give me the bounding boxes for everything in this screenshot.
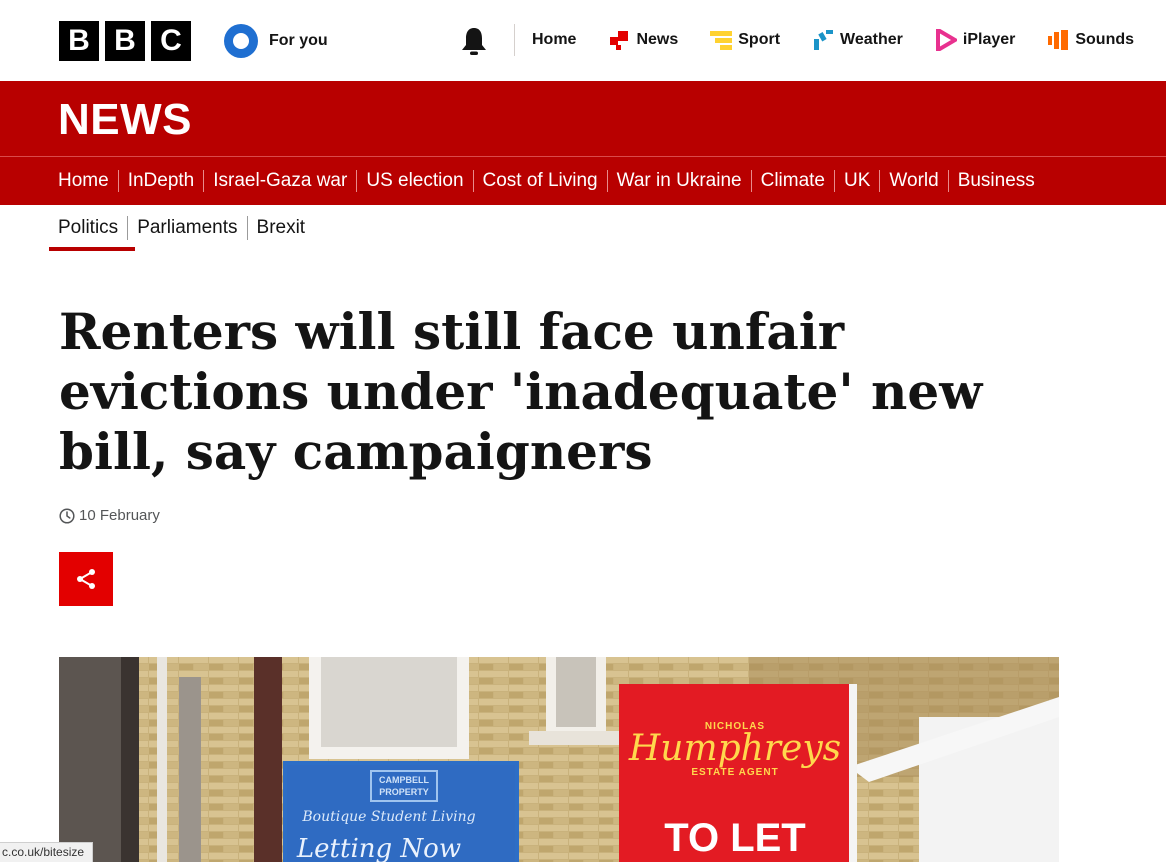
article-date-text: 10 February: [79, 507, 160, 524]
news-icon: [610, 31, 629, 50]
sport-icon: [710, 31, 733, 50]
sounds-icon: [1048, 30, 1069, 50]
subnav-item-indepth[interactable]: InDepth: [128, 170, 195, 192]
sign-blue-script: Letting Now: [296, 834, 461, 862]
article-date: 10 February: [59, 507, 160, 524]
article-headline: Renters will still face unfair evictions…: [59, 302, 983, 481]
sign-blue-brand-bottom: PROPERTY: [379, 787, 429, 797]
global-nav-label: iPlayer: [962, 31, 1016, 48]
bbc-logo[interactable]: B B C: [59, 21, 191, 61]
subnav-divider: [834, 170, 835, 192]
news-banner: NEWS: [0, 81, 1166, 157]
global-nav-label: Weather: [840, 31, 903, 48]
global-nav-label: Home: [532, 31, 577, 48]
to-let-signs-photo: CAMPBELL PROPERTY Boutique Student Livin…: [59, 657, 1059, 862]
news-title[interactable]: NEWS: [58, 95, 192, 145]
subnav-item-world[interactable]: World: [889, 170, 938, 192]
subnav-divider: [356, 170, 358, 192]
subnav-divider: [472, 170, 474, 192]
section-nav-politics[interactable]: Politics: [58, 217, 118, 239]
sign-red-brand: Humphreys: [628, 728, 841, 769]
weather-icon: [814, 30, 834, 50]
section-nav-brexit[interactable]: Brexit: [257, 217, 306, 239]
header-divider: [514, 24, 515, 56]
for-you-link[interactable]: For you: [224, 24, 328, 58]
global-nav-weather[interactable]: Weather: [812, 28, 903, 52]
share-icon: [77, 569, 95, 589]
global-nav-label: Sounds: [1075, 31, 1135, 48]
article-hero-image: CAMPBELL PROPERTY Boutique Student Livin…: [59, 657, 1059, 862]
global-nav-news[interactable]: News: [608, 28, 678, 52]
section-nav-parliaments[interactable]: Parliaments: [137, 217, 237, 239]
logo-letter: C: [151, 21, 191, 61]
sign-red-to-let: TO LET: [664, 816, 805, 860]
subnav-item-home[interactable]: Home: [58, 170, 109, 192]
subnav-divider: [117, 170, 119, 192]
logo-letter: B: [105, 21, 145, 61]
subnav-divider: [606, 170, 608, 192]
section-nav: Politics Parliaments Brexit: [58, 216, 305, 240]
global-header: B B C For you Home News Sport Weather iP…: [0, 0, 1166, 81]
global-nav-iplayer[interactable]: iPlayer: [935, 28, 1015, 52]
notifications-bell-icon[interactable]: [460, 26, 488, 56]
sign-red-small-bottom: ESTATE AGENT: [691, 767, 778, 778]
clock-icon: [59, 507, 75, 524]
section-nav-divider: [246, 216, 248, 240]
global-nav-sounds[interactable]: Sounds: [1047, 28, 1134, 52]
browser-status-bar: c.co.uk/bitesize: [0, 842, 94, 862]
subnav-divider: [947, 170, 949, 192]
subnav-divider: [750, 170, 752, 192]
share-button[interactable]: [59, 552, 113, 606]
sign-blue-tagline: Boutique Student Living: [301, 809, 475, 825]
subnav-divider: [879, 170, 881, 192]
subnav-divider: [203, 170, 205, 192]
for-you-label: For you: [269, 32, 328, 49]
subnav-item-business[interactable]: Business: [958, 170, 1035, 192]
subnav-item-us-election[interactable]: US election: [366, 170, 463, 192]
subnav-item-uk[interactable]: UK: [844, 170, 870, 192]
subnav-item-war-in-ukraine[interactable]: War in Ukraine: [617, 170, 742, 192]
section-nav-divider: [127, 216, 129, 240]
sign-blue-brand-top: CAMPBELL: [379, 775, 429, 785]
logo-letter: B: [59, 21, 99, 61]
account-icon: [224, 24, 258, 58]
global-nav-label: Sport: [738, 31, 781, 48]
subnav-item-cost-of-living[interactable]: Cost of Living: [483, 170, 598, 192]
news-subnav: Home InDepth Israel-Gaza war US election…: [0, 157, 1166, 205]
global-nav-home[interactable]: Home: [532, 28, 576, 52]
active-section-indicator: [49, 247, 135, 251]
global-nav-label: News: [636, 31, 679, 48]
global-nav: Home News Sport Weather iPlayer Sounds: [532, 28, 1134, 52]
iplayer-icon: [935, 29, 957, 51]
subnav-item-climate[interactable]: Climate: [761, 170, 825, 192]
global-nav-sport[interactable]: Sport: [710, 28, 780, 52]
subnav-item-israel-gaza[interactable]: Israel-Gaza war: [213, 170, 347, 192]
